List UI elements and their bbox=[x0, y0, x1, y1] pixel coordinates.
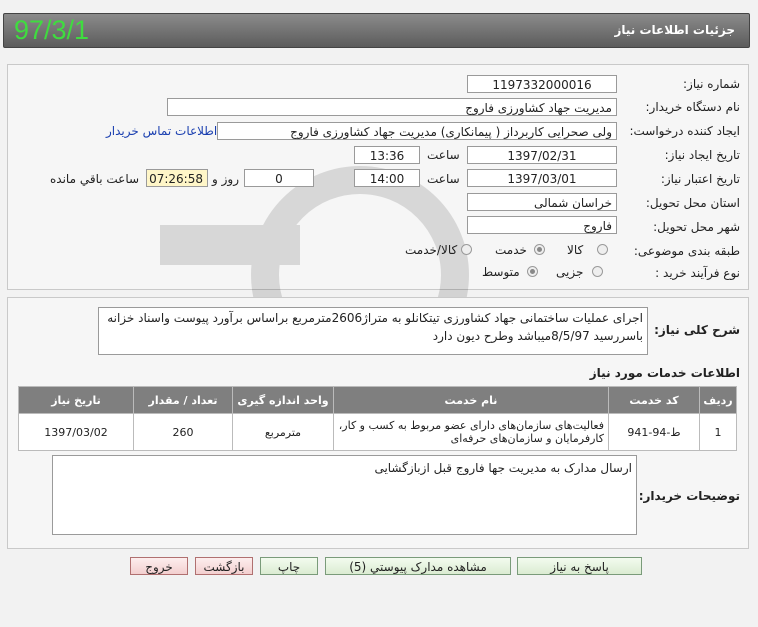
buyer-notes-text: ارسال مدارک به مدیریت جها فاروج قبل ازبا… bbox=[52, 455, 637, 535]
created-time-label: ساعت bbox=[427, 148, 460, 162]
cell-row-number: 1 bbox=[699, 413, 737, 451]
validity-time-field: 14:00 bbox=[354, 169, 420, 187]
purchase-minor-radio[interactable] bbox=[592, 266, 603, 277]
purchase-medium-radio[interactable] bbox=[527, 266, 538, 277]
exit-button[interactable]: خروج bbox=[130, 557, 188, 575]
cell-service-code: ط-94-941 bbox=[608, 413, 700, 451]
category-goods-service-label: کالا/خدمت bbox=[405, 243, 458, 257]
services-header-row: ردیف کد خدمت نام خدمت واحد اندازه گیری ت… bbox=[18, 386, 737, 414]
buyer-org-label: نام دستگاه خریدار: bbox=[645, 100, 741, 114]
date-badge: 97/3/1 bbox=[14, 15, 90, 45]
cell-service-name: فعالیت‌های سازمان‌های دارای عضو مربوط به… bbox=[333, 413, 609, 451]
created-time-field: 13:36 bbox=[354, 146, 420, 164]
buyer-notes-label: توضیحات خریدار: bbox=[638, 489, 740, 503]
services-title: اطلاعات خدمات مورد نیاز bbox=[589, 366, 740, 380]
validity-time-label: ساعت bbox=[427, 172, 460, 186]
category-goods-radio[interactable] bbox=[597, 244, 608, 255]
col-need-date: تاریخ نیاز bbox=[18, 386, 134, 414]
requester-field: ولی صحرایی کاربرداز ( پیمانکاری) مدیریت … bbox=[217, 122, 617, 140]
buyer-org-field: مدیریت جهاد کشاورزی فاروج bbox=[167, 98, 617, 116]
table-row: 1 ط-94-941 فعالیت‌های سازمان‌های دارای ع… bbox=[18, 413, 737, 451]
cell-unit: مترمربع bbox=[232, 413, 334, 451]
days-label: روز و bbox=[212, 172, 239, 186]
remaining-time-label: ساعت باقي مانده bbox=[50, 172, 140, 186]
buyer-contact-link[interactable]: اطلاعات تماس خریدار bbox=[106, 124, 217, 138]
purchase-type-label: نوع فرآیند خرید : bbox=[655, 266, 740, 280]
col-row-number: ردیف bbox=[699, 386, 737, 414]
page-header: 97/3/1 جزئیات اطلاعات نیاز bbox=[3, 13, 750, 48]
created-date-field: 1397/02/31 bbox=[467, 146, 617, 164]
city-label: شهر محل تحویل: bbox=[653, 220, 740, 234]
need-number-field: 1197332000016 bbox=[467, 75, 617, 93]
summary-label: شرح کلی نیاز: bbox=[654, 323, 740, 337]
requester-label: ایجاد کننده درخواست: bbox=[629, 124, 740, 138]
page-title: جزئیات اطلاعات نیاز bbox=[614, 23, 735, 37]
view-attachments-button[interactable]: مشاهده مدارک پیوستي (5) bbox=[325, 557, 511, 575]
col-service-name: نام خدمت bbox=[333, 386, 609, 414]
summary-text: اجرای عملیات ساختمانی جهاد کشاورزی تیتکا… bbox=[98, 307, 648, 355]
cell-need-date: 1397/03/02 bbox=[18, 413, 134, 451]
category-goods-label: کالا bbox=[567, 243, 584, 257]
reply-button[interactable]: پاسخ به نیاز bbox=[517, 557, 642, 575]
validity-date-label: تاریخ اعتبار نیاز: bbox=[660, 172, 740, 186]
province-label: استان محل تحویل: bbox=[645, 196, 740, 210]
purchase-medium-label: متوسط bbox=[482, 265, 520, 279]
validity-date-field: 1397/03/01 bbox=[467, 169, 617, 187]
col-service-code: کد خدمت bbox=[608, 386, 700, 414]
purchase-minor-label: جزیی bbox=[556, 265, 584, 279]
remaining-time-field: 07:26:58 bbox=[146, 169, 208, 187]
category-service-label: خدمت bbox=[495, 243, 527, 257]
col-unit: واحد اندازه گیری bbox=[232, 386, 334, 414]
remaining-days-field: 0 bbox=[244, 169, 314, 187]
province-field: خراسان شمالی bbox=[467, 193, 617, 211]
created-date-label: تاریخ ایجاد نیاز: bbox=[664, 148, 740, 162]
col-quantity: تعداد / مقدار bbox=[133, 386, 233, 414]
city-field: فاروج bbox=[467, 216, 617, 234]
print-button[interactable]: چاپ bbox=[260, 557, 318, 575]
category-service-radio[interactable] bbox=[534, 244, 545, 255]
category-goods-service-radio[interactable] bbox=[461, 244, 472, 255]
category-label: طبقه بندی موضوعی: bbox=[633, 244, 740, 258]
services-table: ردیف کد خدمت نام خدمت واحد اندازه گیری ت… bbox=[18, 386, 737, 451]
back-button[interactable]: بازگشت bbox=[195, 557, 253, 575]
cell-quantity: 260 bbox=[133, 413, 233, 451]
need-number-label: شماره نیاز: bbox=[683, 77, 740, 91]
